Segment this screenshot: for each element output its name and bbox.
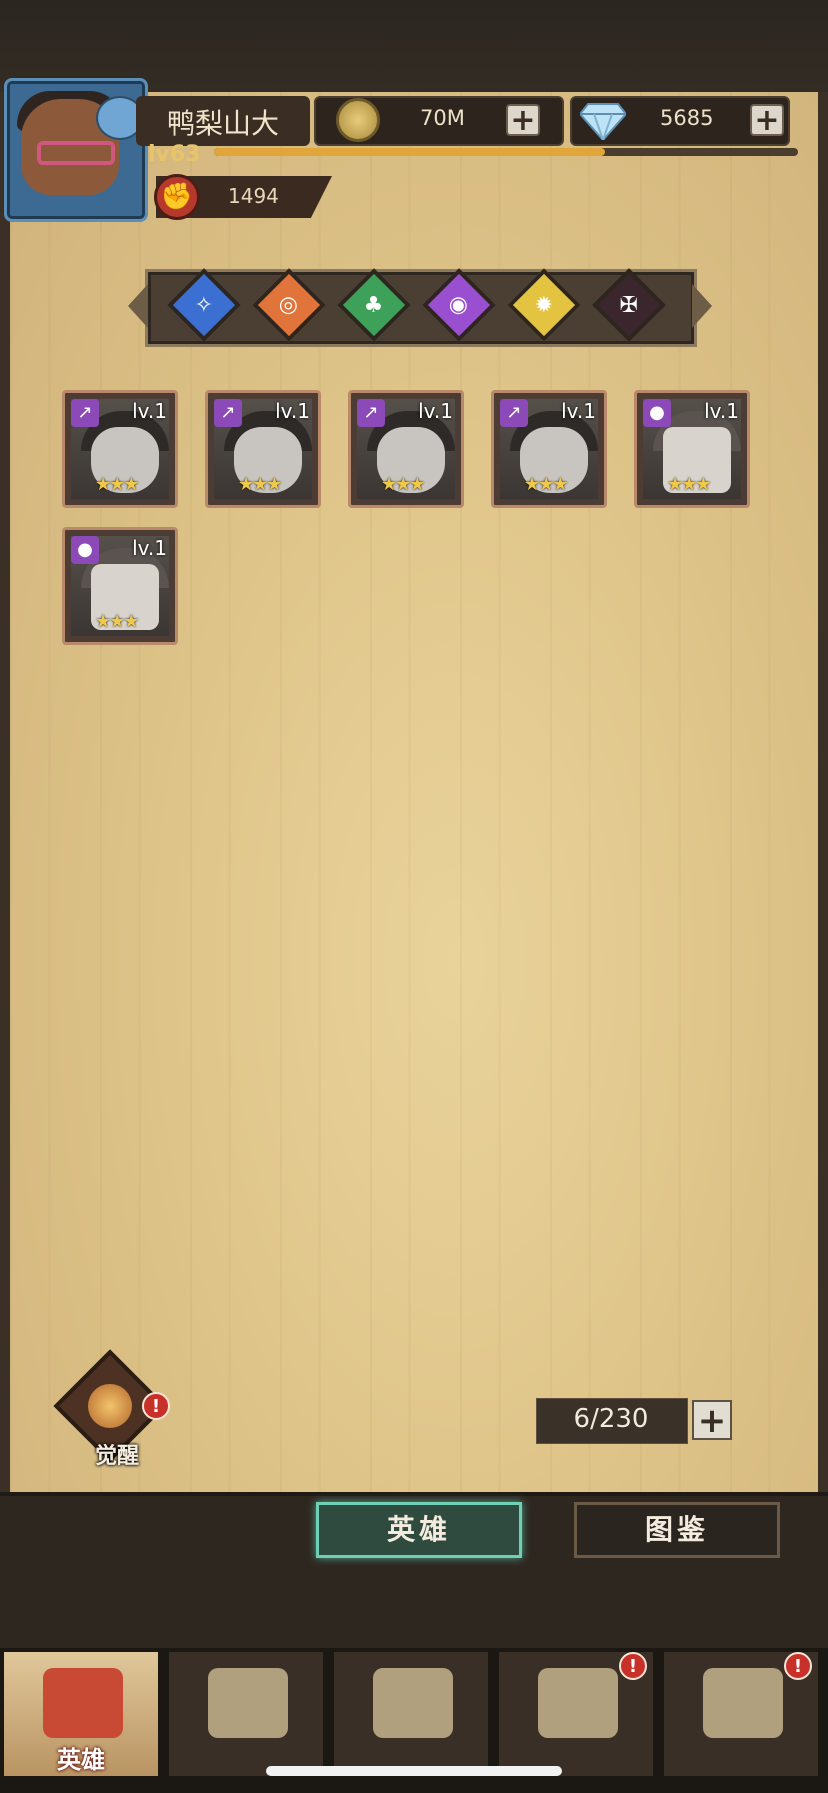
tab-codex[interactable]: 图鉴 (574, 1502, 780, 1558)
guild-handshake-icon (703, 1668, 783, 1738)
diamond-value: 5685 (660, 106, 714, 130)
hero-card[interactable]: ↗ lv.1 ★★★ (205, 390, 321, 508)
power-value: 1494 (228, 184, 279, 208)
player-name: 鸭梨山大 (166, 107, 279, 140)
diamond-icon (580, 103, 626, 140)
nav-alert-badge: ! (784, 1652, 812, 1680)
gold-coin-icon (336, 98, 380, 142)
nav-label: 英雄 (57, 1746, 105, 1774)
hero-class-icon: ↗ (357, 399, 385, 427)
nav-crossed-swords[interactable] (332, 1650, 490, 1778)
xp-bar-fill (214, 148, 606, 156)
blue-faction-icon: ✧ (194, 292, 214, 318)
hero-level: lv.1 (132, 399, 167, 423)
filter-right-arrow-icon (692, 284, 712, 328)
hero-level: lv.1 (132, 536, 167, 560)
hero-card[interactable]: ↗ lv.1 ★★★ (491, 390, 607, 508)
hero-capacity: 6/230 (573, 1404, 649, 1434)
gold-value: 70M (420, 106, 465, 130)
hero-card[interactable]: ↗ lv.1 ★★★ (348, 390, 464, 508)
player-level: lv63 (148, 142, 201, 167)
hero-stars: ★★★ (667, 474, 711, 495)
flame-icon (88, 1384, 132, 1428)
dark-faction-icon: ✠ (619, 292, 639, 318)
hero-stars: ★★★ (524, 474, 568, 495)
hero-class-icon: ↗ (500, 399, 528, 427)
nav-banner[interactable] (167, 1650, 325, 1778)
expand-capacity-button[interactable]: + (692, 1400, 732, 1440)
home-indicator (266, 1766, 562, 1776)
awaken-label: 觉醒 (94, 1444, 139, 1469)
hero-stars: ★★★ (95, 474, 139, 495)
hero-level: lv.1 (704, 399, 739, 423)
hero-stars: ★★★ (95, 611, 139, 632)
hero-card[interactable]: ● lv.1 ★★★ (62, 527, 178, 645)
fist-icon: ✊ (154, 174, 200, 220)
nav-helmet[interactable]: 英雄 (2, 1650, 160, 1778)
purple-faction-icon: ◉ (449, 292, 469, 318)
hero-level: lv.1 (561, 399, 596, 423)
hero-class-icon: ● (71, 536, 99, 564)
helmet-icon (43, 1668, 123, 1738)
crossed-swords-icon (373, 1668, 453, 1738)
hero-stars: ★★★ (381, 474, 425, 495)
hero-class-icon: ↗ (71, 399, 99, 427)
hero-level: lv.1 (275, 399, 310, 423)
castle-icon (538, 1668, 618, 1738)
yellow-faction-icon: ✹ (534, 292, 554, 318)
hero-class-icon: ● (643, 399, 671, 427)
green-faction-icon: ♣ (364, 292, 384, 318)
tab-heroes[interactable]: 英雄 (316, 1502, 522, 1558)
add-diamond-button[interactable]: + (750, 104, 784, 136)
filter-left-arrow-icon (128, 284, 148, 328)
nav-alert-badge: ! (619, 1652, 647, 1680)
xp-bar (214, 148, 798, 156)
hero-class-icon: ↗ (214, 399, 242, 427)
hero-level: lv.1 (418, 399, 453, 423)
orange-faction-icon: ◎ (279, 292, 299, 318)
add-gold-button[interactable]: + (506, 104, 540, 136)
awaken-alert-badge: ! (142, 1392, 170, 1420)
avatar-glasses (37, 141, 115, 165)
hero-card[interactable]: ↗ lv.1 ★★★ (62, 390, 178, 508)
banner-icon (208, 1668, 288, 1738)
hero-stars: ★★★ (238, 474, 282, 495)
hero-card[interactable]: ● lv.1 ★★★ (634, 390, 750, 508)
